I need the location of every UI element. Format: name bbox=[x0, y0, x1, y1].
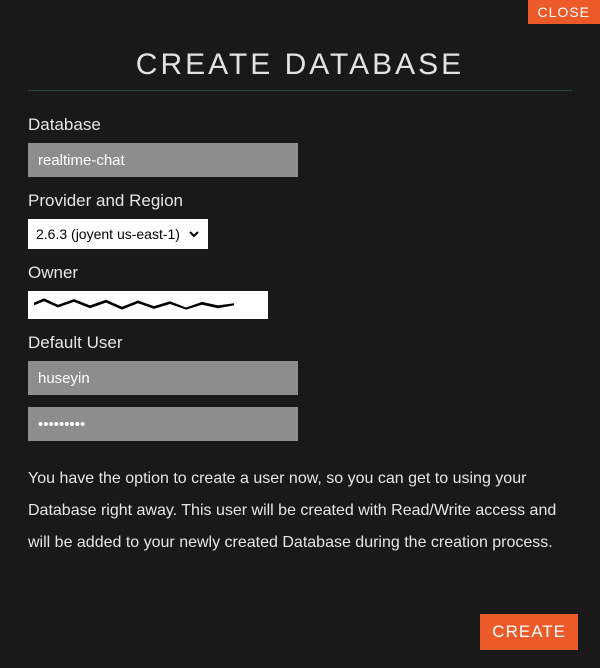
dialog-content: CREATE DATABASE Database Provider and Re… bbox=[0, 0, 600, 559]
default-user-input[interactable] bbox=[28, 361, 298, 395]
help-text: You have the option to create a user now… bbox=[28, 463, 572, 559]
provider-region-select[interactable]: 2.6.3 (joyent us-east-1) bbox=[28, 219, 202, 249]
provider-region-select-wrap: 2.6.3 (joyent us-east-1) bbox=[28, 219, 208, 249]
page-title: CREATE DATABASE bbox=[28, 48, 572, 91]
owner-label: Owner bbox=[28, 263, 572, 283]
create-button[interactable]: CREATE bbox=[480, 614, 578, 650]
database-input[interactable] bbox=[28, 143, 298, 177]
default-user-label: Default User bbox=[28, 333, 572, 353]
provider-region-label: Provider and Region bbox=[28, 191, 572, 211]
database-label: Database bbox=[28, 115, 572, 135]
close-button[interactable]: CLOSE bbox=[528, 0, 600, 24]
default-password-input[interactable] bbox=[28, 407, 298, 441]
owner-input[interactable] bbox=[28, 291, 268, 319]
